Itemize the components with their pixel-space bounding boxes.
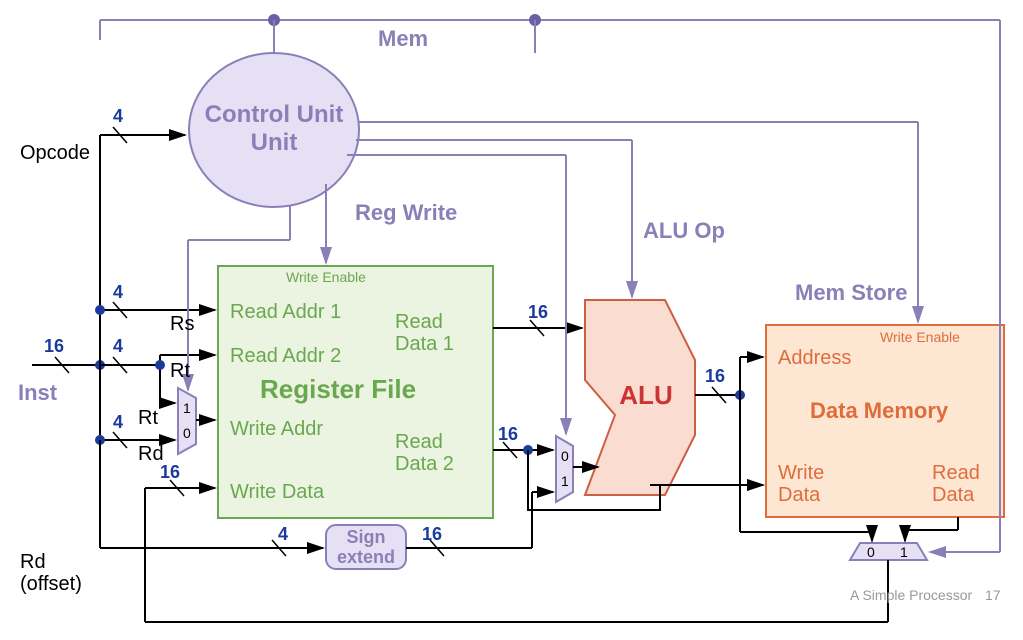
width-sign-in: 4 bbox=[278, 524, 288, 544]
rd-offset-line2: (offset) bbox=[20, 573, 82, 595]
width-opcode: 4 bbox=[113, 106, 123, 126]
reg-write-signal-label: Reg Write bbox=[355, 200, 457, 225]
register-file-title: Register File bbox=[260, 374, 416, 404]
mem-read-data-line1: Read bbox=[932, 462, 980, 484]
footer-text: A Simple Processor bbox=[850, 587, 972, 603]
processor-diagram: Control Unit Unit split handled manually… bbox=[0, 0, 1023, 640]
read-addr1-label: Read Addr 1 bbox=[230, 301, 341, 323]
mem-store-signal-label: Mem Store bbox=[795, 280, 907, 305]
mux-write-addr bbox=[178, 388, 196, 454]
mem-write-enable-label: Write Enable bbox=[880, 329, 960, 345]
write-addr-label: Write Addr bbox=[230, 418, 323, 440]
rt-label-2: Rt bbox=[138, 407, 158, 429]
width-rd: 4 bbox=[113, 412, 123, 432]
mem-write-data-line1: Write bbox=[778, 462, 824, 484]
alu-op-signal-label: ALU Op bbox=[643, 218, 725, 243]
width-inst: 16 bbox=[44, 336, 64, 356]
mux-addr-1: 1 bbox=[183, 400, 191, 416]
reg-write-enable-label: Write Enable bbox=[286, 269, 366, 285]
mem-write-data-line2: Data bbox=[778, 484, 821, 506]
rd-offset-line1: Rd bbox=[20, 551, 46, 573]
width-rs: 4 bbox=[113, 282, 123, 302]
mem-signal-label: Mem bbox=[378, 26, 428, 51]
sign-extend-line1: Sign bbox=[347, 527, 386, 547]
mux-alu-1: 1 bbox=[561, 473, 569, 489]
data-memory-title: Data Memory bbox=[810, 398, 949, 423]
mux-addr-0: 0 bbox=[183, 425, 191, 441]
read-addr2-label: Read Addr 2 bbox=[230, 345, 341, 367]
read-data2-label: Read bbox=[395, 431, 443, 453]
mem-address-label: Address bbox=[778, 347, 851, 369]
mem-read-data-line2: Data bbox=[932, 484, 975, 506]
read-data1-label: Read bbox=[395, 311, 443, 333]
rt-label: Rt bbox=[170, 360, 190, 382]
svg-text:Data 1: Data 1 bbox=[395, 333, 454, 355]
control-unit-label-line1: Control Unit bbox=[205, 101, 344, 128]
opcode-label: Opcode bbox=[20, 142, 90, 164]
rs-label: Rs bbox=[170, 313, 194, 335]
width-rt: 4 bbox=[113, 336, 123, 356]
svg-text:Data 2: Data 2 bbox=[395, 453, 454, 475]
control-unit-label-line2: Unit bbox=[251, 129, 298, 156]
sign-extend-line2: extend bbox=[337, 547, 395, 567]
width-alu-out: 16 bbox=[705, 366, 725, 386]
mux-mem-0: 0 bbox=[867, 544, 875, 560]
mux-mem-1: 1 bbox=[900, 544, 908, 560]
mux-mem-out bbox=[850, 543, 927, 560]
width-alu-in2: 16 bbox=[498, 424, 518, 444]
width-sign-out: 16 bbox=[422, 524, 442, 544]
width-writedata: 16 bbox=[160, 462, 180, 482]
width-alu-in1: 16 bbox=[528, 302, 548, 322]
inst-label: Inst bbox=[18, 380, 58, 405]
mux-alu-0: 0 bbox=[561, 448, 569, 464]
alu-title: ALU bbox=[619, 380, 672, 410]
footer-page: 17 bbox=[985, 587, 1001, 603]
mux-alu-input bbox=[556, 436, 573, 502]
write-data-label: Write Data bbox=[230, 481, 325, 503]
